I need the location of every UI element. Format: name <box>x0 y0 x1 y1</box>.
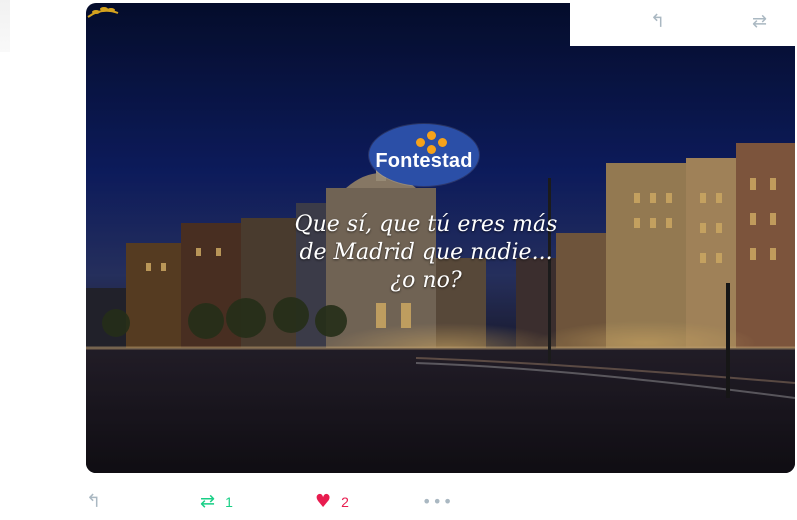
heart-icon: ♥ <box>315 491 332 512</box>
olive-sprig-icon <box>87 7 119 18</box>
like-button[interactable]: ♥ 2 <box>315 490 349 514</box>
reply-button[interactable]: ↰ <box>86 490 101 514</box>
logo-brand-text: Fontestad <box>375 150 473 172</box>
tagline-line-3: ¿o no? <box>390 268 462 293</box>
tagline-line-2: de Madrid que nadie... <box>299 240 553 265</box>
previous-content-edge <box>0 0 10 52</box>
tagline-line-1: Que sí, que tú eres más <box>294 212 558 237</box>
retweet-icon: ⇄ <box>200 491 216 512</box>
media-tagline: Que sí, que tú eres más de Madrid que na… <box>261 211 591 295</box>
reply-icon[interactable]: ↰ <box>650 12 665 32</box>
reply-icon: ↰ <box>86 491 102 512</box>
previous-tweet-actions: ↰ ⇄ <box>570 0 797 46</box>
fontestad-logo: Fontestad <box>369 124 479 186</box>
tweet-media-image[interactable]: Fontestad Que sí, que tú eres más de Mad… <box>86 3 795 473</box>
more-button[interactable]: ••• <box>422 490 453 514</box>
retweet-button[interactable]: ⇄ 1 <box>200 490 233 514</box>
more-icon: ••• <box>422 492 454 511</box>
retweet-icon[interactable]: ⇄ <box>752 12 767 32</box>
like-count: 2 <box>341 494 349 510</box>
retweet-count: 1 <box>225 494 233 510</box>
tweet-action-bar: ↰ ⇄ 1 ♥ 2 ••• <box>86 490 486 514</box>
